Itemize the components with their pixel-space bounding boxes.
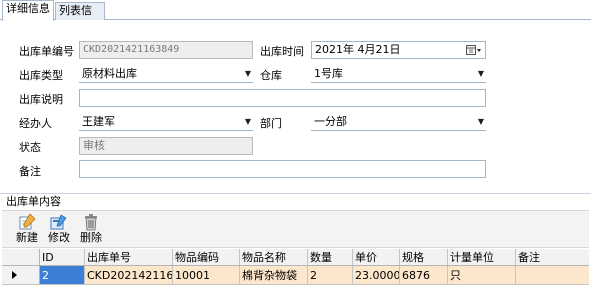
- column-header[interactable]: 物品编码: [173, 249, 240, 265]
- table-cell[interactable]: 棉背杂物袋: [240, 266, 308, 284]
- description-label: 出库说明: [19, 93, 63, 106]
- current-row-arrow-icon: [12, 271, 17, 279]
- tab-list[interactable]: 列表信息: [55, 2, 105, 33]
- detail-grid: ID 出库单号 物品编码 物品名称 数量 单价 规格 计量单位 备注 2 CKD…: [2, 249, 589, 301]
- new-icon: [19, 213, 36, 230]
- delete-button[interactable]: 删除: [77, 213, 105, 247]
- order-no-label: 出库单编号: [19, 45, 74, 58]
- out-type-label: 出库类型: [19, 69, 63, 82]
- remark-label: 备注: [19, 165, 41, 178]
- chevron-down-icon[interactable]: ▼: [245, 65, 251, 83]
- tab-bar: 详细信息 列表信息: [0, 0, 591, 33]
- new-button-label: 新建: [16, 231, 38, 244]
- table-cell[interactable]: 23.0000: [353, 266, 400, 284]
- table-cell[interactable]: [516, 266, 589, 284]
- table-cell[interactable]: CKD202142116...: [85, 266, 173, 284]
- detail-toolbar: 新建 修改 删除: [2, 210, 589, 248]
- row-indicator[interactable]: [2, 266, 40, 284]
- detail-form: 出库单编号 CKD2021421163849 出库时间 2021年 4月21日 …: [2, 20, 589, 192]
- order-no-field[interactable]: CKD2021421163849: [79, 41, 253, 59]
- column-header[interactable]: 备注: [516, 249, 589, 265]
- table-row[interactable]: 2 CKD202142116... 10001 棉背杂物袋 2 23.0000 …: [2, 266, 589, 285]
- remark-input[interactable]: [79, 160, 486, 178]
- table-cell[interactable]: 10001: [173, 266, 240, 284]
- warehouse-value: 1号库: [314, 67, 343, 80]
- edit-button[interactable]: 修改: [45, 213, 73, 247]
- tab-details[interactable]: 详细信息: [2, 0, 54, 21]
- chevron-down-icon[interactable]: ▼: [245, 113, 251, 131]
- out-time-value: 2021年 4月21日: [315, 43, 401, 56]
- column-header[interactable]: 单价: [353, 249, 400, 265]
- status-label: 状态: [19, 141, 41, 154]
- dept-label: 部门: [260, 117, 282, 130]
- edit-button-label: 修改: [48, 231, 70, 244]
- delete-button-label: 删除: [80, 231, 102, 244]
- chevron-down-icon[interactable]: ▼: [478, 65, 484, 83]
- table-cell[interactable]: 2: [40, 266, 85, 284]
- column-header[interactable]: ID: [40, 249, 85, 265]
- trash-icon: [85, 214, 97, 231]
- dept-value: 一分部: [314, 115, 347, 128]
- status-field[interactable]: 审核: [79, 137, 253, 155]
- edit-icon: [50, 214, 67, 230]
- row-indicator-header: [2, 249, 40, 265]
- column-header[interactable]: 出库单号: [85, 249, 173, 265]
- table-cell[interactable]: 6876: [400, 266, 448, 284]
- grid-header: ID 出库单号 物品编码 物品名称 数量 单价 规格 计量单位 备注: [2, 249, 589, 266]
- out-type-select[interactable]: 原材料出库 ▼: [79, 65, 253, 83]
- dept-select[interactable]: 一分部 ▼: [311, 113, 486, 131]
- warehouse-label: 仓库: [260, 69, 282, 82]
- out-time-picker[interactable]: 2021年 4月21日: [311, 41, 486, 59]
- out-type-value: 原材料出库: [82, 67, 137, 80]
- table-cell[interactable]: 只: [448, 266, 516, 284]
- column-header[interactable]: 规格: [400, 249, 448, 265]
- chevron-down-icon[interactable]: ▼: [478, 113, 484, 131]
- out-time-label: 出库时间: [260, 45, 304, 58]
- handler-select[interactable]: 王建军 ▼: [79, 113, 253, 131]
- description-input[interactable]: [79, 89, 486, 107]
- handler-label: 经办人: [19, 117, 52, 130]
- warehouse-select[interactable]: 1号库 ▼: [311, 65, 486, 83]
- new-button[interactable]: 新建: [13, 213, 41, 247]
- calendar-dropdown-icon[interactable]: [466, 45, 482, 56]
- column-header[interactable]: 物品名称: [240, 249, 308, 265]
- column-header[interactable]: 数量: [308, 249, 353, 265]
- handler-value: 王建军: [82, 115, 115, 128]
- section-title: 出库单内容: [0, 193, 591, 209]
- table-cell[interactable]: 2: [308, 266, 353, 284]
- column-header[interactable]: 计量单位: [448, 249, 516, 265]
